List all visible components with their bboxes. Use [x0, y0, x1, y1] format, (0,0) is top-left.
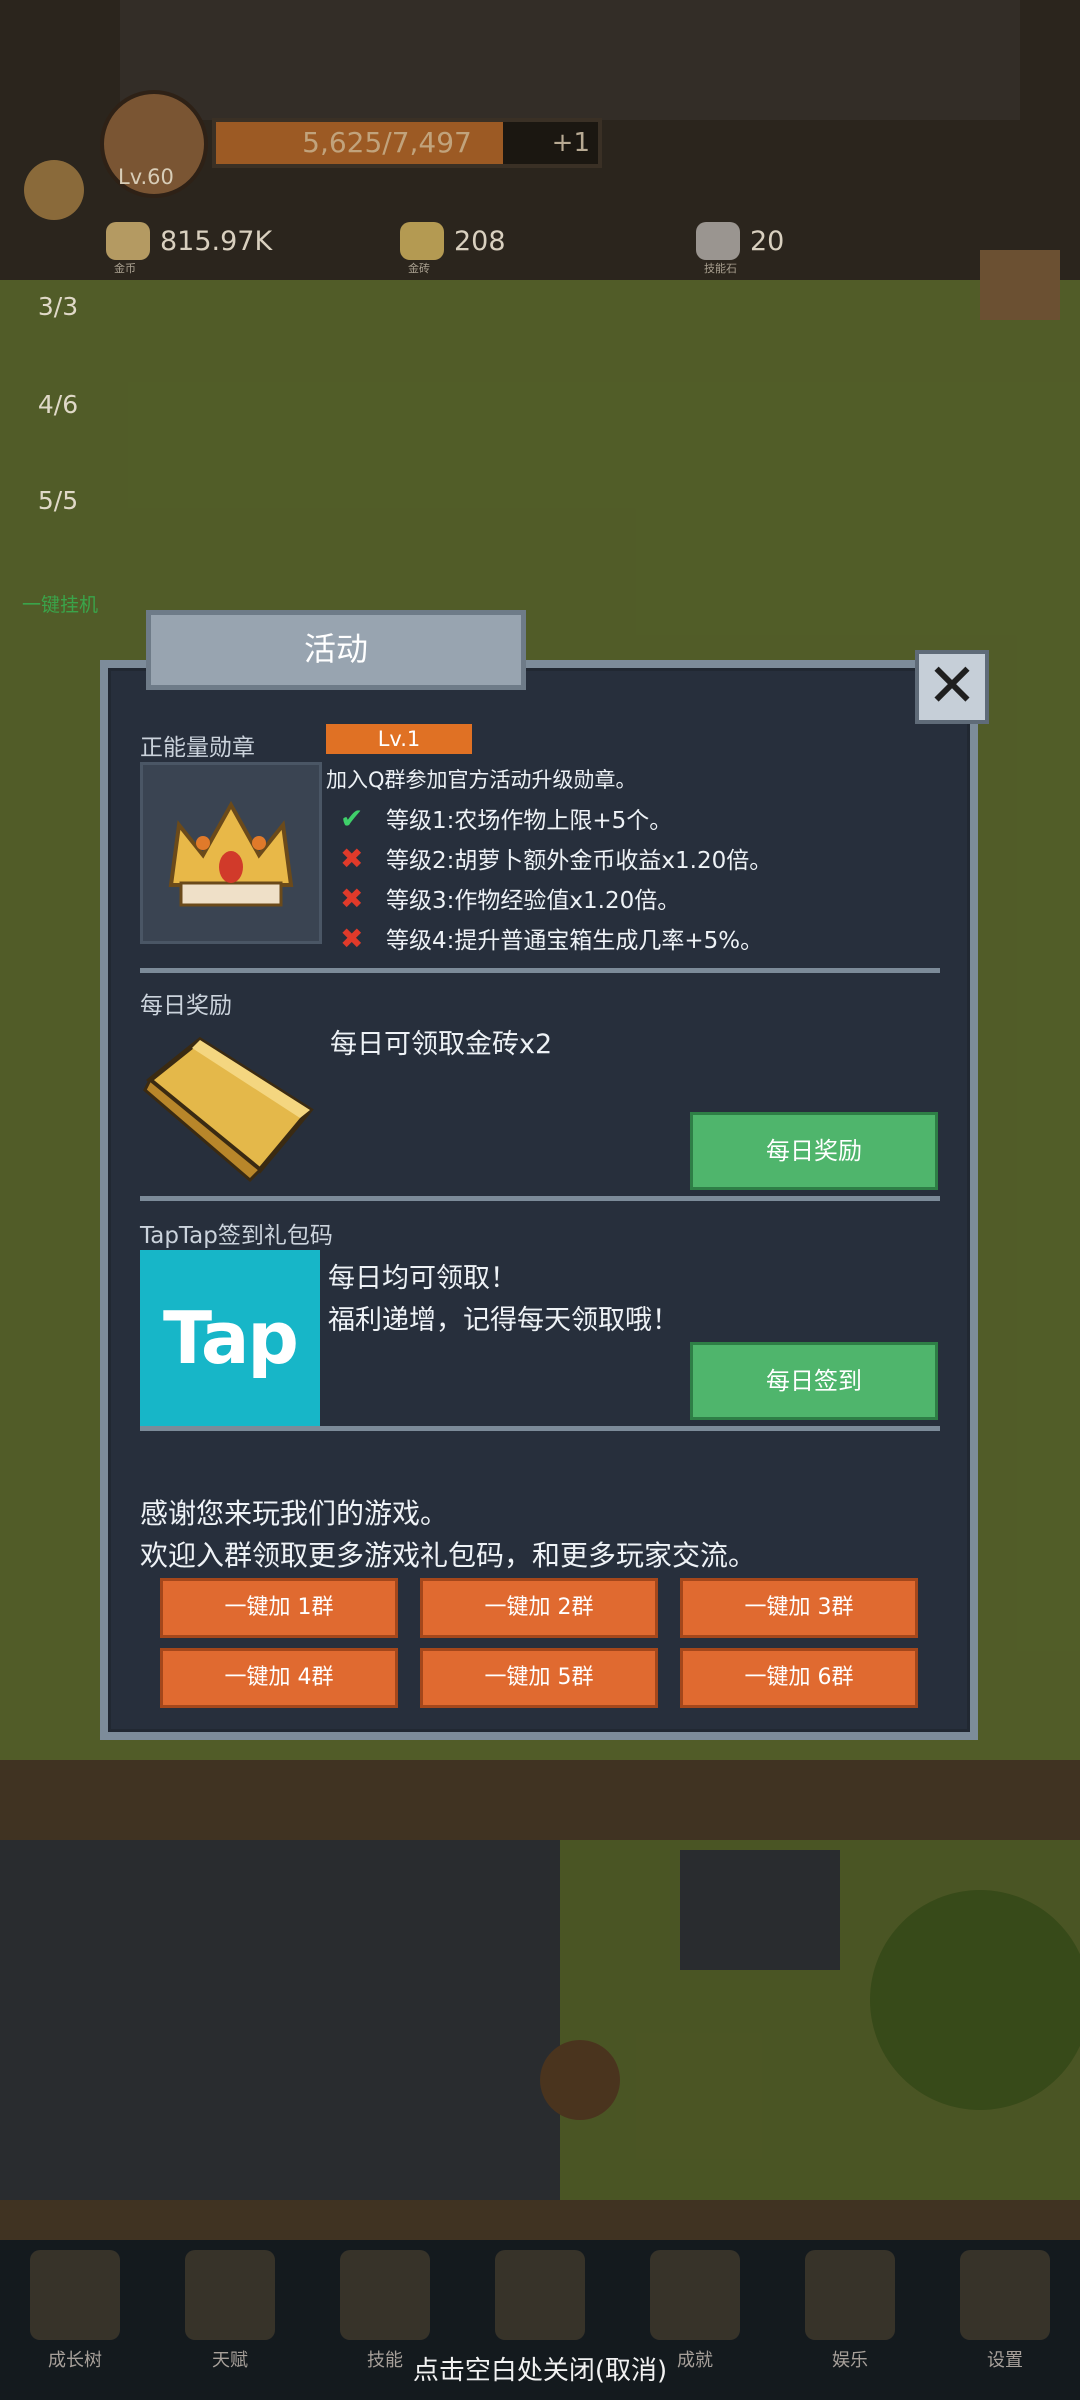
- flag-icon: [805, 2250, 895, 2340]
- coins-value: 815.97K: [160, 225, 273, 257]
- daily-label: 每日奖励: [140, 993, 232, 1019]
- skill-stones-display: 20 技能石: [696, 210, 785, 275]
- map-icon: [495, 2250, 585, 2340]
- coins-display: 815.97K 金币: [106, 210, 273, 275]
- close-hint[interactable]: 点击空白处关闭(取消): [0, 2350, 1080, 2387]
- join-group-4-button[interactable]: 一键加 4群: [160, 1648, 398, 1708]
- join-group-6-button[interactable]: 一键加 6群: [680, 1648, 918, 1708]
- gold-bricks-display: 208 金砖: [400, 210, 506, 275]
- perk-row-3: ✖ 等级3:作物经验值x1.20倍。: [340, 878, 680, 918]
- exp-plus: +1: [551, 128, 590, 158]
- player-level: Lv.60: [118, 165, 174, 189]
- coin-icon: [106, 222, 150, 260]
- daily-checkin-button[interactable]: 每日签到: [690, 1342, 938, 1420]
- gold-bricks-value: 208: [454, 225, 506, 257]
- auto-idle-label[interactable]: 一键挂机: [10, 590, 110, 617]
- taptap-line-2: 福利递增，记得每天领取哦！: [328, 1305, 679, 1336]
- perk-row-4: ✖ 等级4:提升普通宝箱生成几率+5%。: [340, 918, 763, 958]
- daily-description: 每日可领取金砖x2: [330, 1029, 553, 1060]
- join-group-5-button[interactable]: 一键加 5群: [420, 1648, 658, 1708]
- medal-level-badge: Lv.1: [326, 724, 472, 754]
- medal-image: [140, 762, 322, 944]
- medal-label: 正能量勋章: [140, 735, 255, 761]
- side-count-3[interactable]: 5/5: [18, 486, 98, 515]
- crown-medal-icon: [168, 800, 294, 907]
- thanks-line-2: 欢迎入群领取更多游戏礼包码，和更多玩家交流。: [140, 1539, 757, 1572]
- treasure-chest-icon[interactable]: [980, 250, 1060, 320]
- exp-bar: 5,625/7,497 +1: [212, 118, 602, 168]
- section-divider: [140, 1196, 940, 1201]
- side-count-2[interactable]: 4/6: [18, 390, 98, 419]
- cross-icon: ✖: [340, 841, 364, 875]
- daily-reward-button[interactable]: 每日奖励: [690, 1112, 938, 1190]
- join-group-2-button[interactable]: 一键加 2群: [420, 1578, 658, 1638]
- sword-icon: [340, 2250, 430, 2340]
- taptap-label: TapTap签到礼包码: [140, 1223, 333, 1249]
- book-icon: [30, 2250, 120, 2340]
- section-divider: [140, 1426, 940, 1431]
- close-icon[interactable]: ✕: [915, 650, 989, 724]
- check-icon: ✔: [340, 801, 364, 835]
- skill-stone-icon: [696, 222, 740, 260]
- gear-icon: [960, 2250, 1050, 2340]
- join-group-1-button[interactable]: 一键加 1群: [160, 1578, 398, 1638]
- join-group-3-button[interactable]: 一键加 3群: [680, 1578, 918, 1638]
- perk-text-2: 等级2:胡萝卜额外金币收益x1.20倍。: [386, 848, 773, 874]
- key-icon: [650, 2250, 740, 2340]
- gold-brick-icon: [400, 222, 444, 260]
- perk-text-1: 等级1:农场作物上限+5个。: [386, 808, 673, 834]
- gold-brick-icon: [143, 1036, 314, 1183]
- taptap-logo: Tap: [140, 1250, 320, 1426]
- gold-bricks-caption: 金砖: [408, 262, 430, 275]
- thanks-line-1: 感谢您来玩我们的游戏。: [140, 1497, 449, 1530]
- cross-icon: ✖: [340, 921, 364, 955]
- exp-text: 5,625/7,497: [302, 126, 472, 159]
- modal-title: 活动: [146, 610, 526, 690]
- medal-description: 加入Q群参加官方活动升级勋章。: [326, 768, 637, 792]
- perk-row-1: ✔ 等级1:农场作物上限+5个。: [340, 798, 672, 838]
- crown-icon[interactable]: [24, 160, 84, 220]
- cross-icon: ✖: [340, 881, 364, 915]
- scroll-icon: [185, 2250, 275, 2340]
- perk-text-3: 等级3:作物经验值x1.20倍。: [386, 888, 681, 914]
- skill-stones-value: 20: [750, 225, 785, 257]
- perk-text-4: 等级4:提升普通宝箱生成几率+5%。: [386, 928, 764, 954]
- section-divider: [140, 968, 940, 973]
- coins-caption: 金币: [114, 262, 136, 275]
- perk-row-2: ✖ 等级2:胡萝卜额外金币收益x1.20倍。: [340, 838, 772, 878]
- skill-stones-caption: 技能石: [704, 262, 737, 275]
- taptap-line-1: 每日均可领取！: [328, 1263, 517, 1294]
- side-count-1[interactable]: 3/3: [18, 292, 98, 321]
